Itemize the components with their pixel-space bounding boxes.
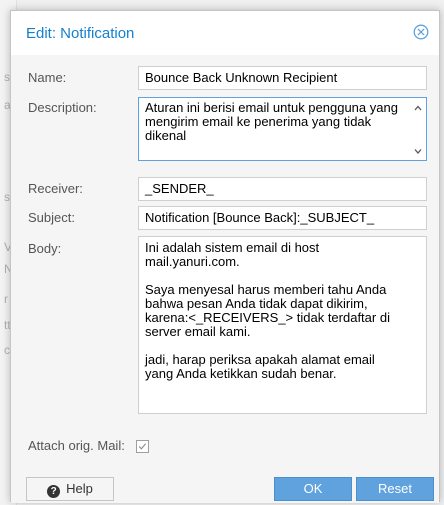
body-line: karena:<_RECEIVERS_> tidak terdaftar di xyxy=(145,310,390,325)
body-line: server email kami. xyxy=(145,324,251,339)
body-line: Ini adalah sistem email di host xyxy=(145,240,320,255)
receiver-label: Receiver: xyxy=(28,181,83,196)
edit-notification-dialog: Edit: Notification Name: Bounce Back Unk… xyxy=(10,10,440,503)
name-field[interactable]: Bounce Back Unknown Recipient xyxy=(138,66,427,90)
dialog-titlebar: Edit: Notification xyxy=(11,11,439,55)
attach-label: Attach orig. Mail: xyxy=(28,438,125,453)
body-line: yang Anda ketikkan sudah benar. xyxy=(145,366,337,381)
background-text: r xyxy=(4,292,8,306)
dialog-form: Name: Bounce Back Unknown Recipient Desc… xyxy=(11,55,439,477)
body-textarea[interactable]: Ini adalah sistem email di host mail.yan… xyxy=(138,236,427,414)
body-line xyxy=(145,339,420,353)
body-line: mail.yanuri.com. xyxy=(145,254,240,269)
description-text: Aturan ini berisi email untuk pengguna y… xyxy=(145,100,398,143)
help-button[interactable]: ? Help xyxy=(26,477,114,501)
receiver-field[interactable]: _SENDER_ xyxy=(138,177,427,201)
body-label: Body: xyxy=(28,241,62,256)
body-line: bahwa pesan Anda tidak dapat dikirim, xyxy=(145,296,368,311)
subject-field[interactable]: Notification [Bounce Back]:_SUBJECT_ xyxy=(138,206,427,230)
chevron-up-icon[interactable] xyxy=(413,103,423,113)
dialog-title: Edit: Notification xyxy=(26,25,135,42)
help-button-label: Help xyxy=(66,481,93,496)
ok-button[interactable]: OK xyxy=(274,477,352,501)
subject-label: Subject: xyxy=(28,210,75,225)
chevron-down-icon[interactable] xyxy=(413,146,423,156)
description-label: Description: xyxy=(28,100,97,115)
description-scrollbar[interactable] xyxy=(410,98,426,160)
body-line: jadi, harap periksa apakah alamat email xyxy=(145,352,375,367)
close-icon[interactable] xyxy=(413,24,429,40)
reset-button[interactable]: Reset xyxy=(356,477,434,501)
help-icon: ? xyxy=(47,485,61,498)
check-icon xyxy=(138,443,147,450)
body-line: Saya menyesal harus memberi tahu Anda xyxy=(145,282,387,297)
dialog-footer: ? Help OK Reset xyxy=(11,477,439,503)
attach-checkbox[interactable] xyxy=(136,440,149,453)
body-line xyxy=(145,269,420,283)
description-textarea[interactable]: Aturan ini berisi email untuk pengguna y… xyxy=(138,97,427,161)
name-label: Name: xyxy=(28,70,67,85)
